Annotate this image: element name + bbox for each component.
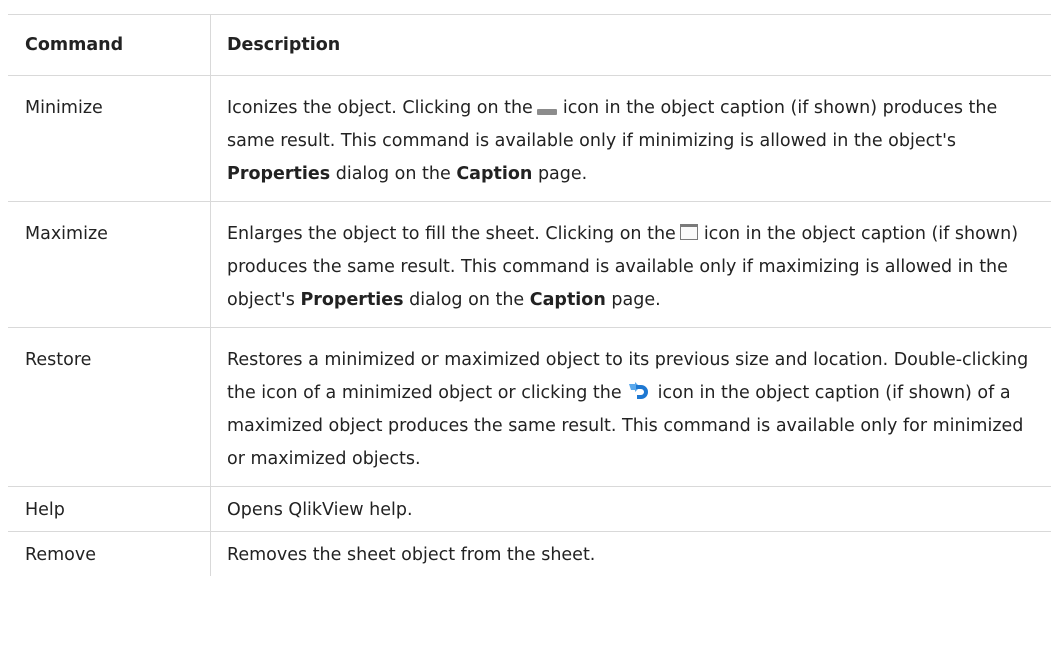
description-cell: Removes the sheet object from the sheet. [210, 531, 1051, 576]
description-text: Enlarges the object to fill the sheet. C… [227, 224, 676, 244]
command-cell: Remove [8, 531, 211, 576]
description-text: Iconizes the object. Clicking on the [227, 98, 533, 118]
table-row-help: Help Opens QlikView help. [8, 486, 1051, 532]
description-cell: Enlarges the object to fill the sheet. C… [210, 201, 1051, 328]
description-text: page. [611, 290, 661, 310]
command-cell: Maximize [8, 201, 211, 328]
table-row-remove: Remove Removes the sheet object from the… [8, 531, 1051, 576]
description-text: dialog on the [335, 164, 451, 184]
command-cell: Help [8, 486, 211, 532]
table-row-minimize: Minimize Iconizes the object. Clicking o… [8, 75, 1051, 202]
description-cell: Iconizes the object. Clicking on the icon… [210, 75, 1051, 202]
commands-table: Command Description Minimize Iconizes th… [8, 14, 1051, 576]
ui-term-caption: Caption [529, 290, 606, 310]
ui-term-properties: Properties [300, 290, 404, 310]
command-cell: Restore [8, 327, 211, 487]
table-header-row: Command Description [8, 14, 1051, 76]
maximize-icon [679, 224, 698, 240]
description-cell: Opens QlikView help. [210, 486, 1051, 532]
minimize-icon [536, 109, 557, 115]
command-cell: Minimize [8, 75, 211, 202]
column-header-command: Command [8, 14, 211, 76]
table-row-maximize: Maximize Enlarges the object to fill the… [8, 201, 1051, 328]
column-header-description: Description [210, 14, 1051, 76]
description-text: dialog on the [409, 290, 525, 310]
ui-term-caption: Caption [456, 164, 533, 184]
table-row-restore: Restore Restores a minimized or maximize… [8, 327, 1051, 487]
description-cell: Restores a minimized or maximized object… [210, 327, 1051, 487]
ui-term-properties: Properties [227, 164, 331, 184]
description-text: page. [537, 164, 588, 184]
restore-icon [628, 382, 648, 399]
